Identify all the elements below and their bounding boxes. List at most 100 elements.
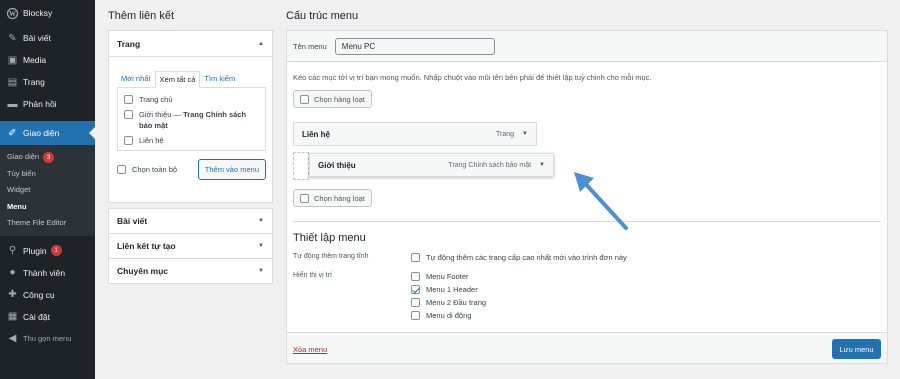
tab-view-all[interactable]: Xem tất cả [154,71,201,88]
bulk-select-button[interactable]: Chọn hàng loạt [293,90,372,108]
auto-add-option[interactable]: Tự động thêm các trang cấp cao nhất mới … [411,252,627,262]
select-all-checkbox[interactable] [117,165,126,174]
menu-settings-title: Thiết lập menu [293,232,366,244]
checkbox-checked[interactable] [411,285,420,294]
list-item-label: Liên hệ [139,136,164,145]
svg-text:W: W [9,10,16,18]
menu-item-title: Giới thiệu [318,160,356,170]
sidebar-item-tools[interactable]: ✚ Công cụ [0,284,95,306]
page-icon: ▤ [7,76,18,88]
save-menu-button[interactable]: Lưu menu [832,339,881,359]
categories-accordion[interactable]: Chuyên mục ▼ [108,258,273,284]
posts-accordion[interactable]: Bài viết ▼ [108,208,273,234]
menu-instructions: Kéo các mục tới vị trí bạn mong muốn. Nh… [293,73,652,82]
location-option-header-1[interactable]: Menu 1 Header [411,284,478,294]
update-count-badge: 1 [50,245,62,256]
plugin-icon: ⚲ [8,245,17,256]
caret-down-icon[interactable]: ▼ [539,162,545,168]
option-label: Menu Footer [426,271,469,281]
caret-down-icon[interactable]: ▼ [522,131,528,137]
accordion-title: Chuyên mục [117,266,169,276]
option-label: Tự động thêm các trang cấp cao nhất mới … [426,252,627,262]
checkbox[interactable] [411,298,420,307]
checkbox[interactable] [124,136,133,145]
list-item[interactable]: Liên hệ [124,135,259,146]
collapse-icon: ◀ [8,333,17,344]
submenu-item-widgets[interactable]: Widget [0,182,95,199]
submenu-item-themes[interactable]: Giao diện 3 [0,149,95,166]
sidebar-item-pages[interactable]: ▤ Trang [0,71,95,93]
pages-panel-header[interactable]: Trang ▲ [109,31,272,56]
media-icon: ▣ [7,54,18,66]
select-all-label: Chọn toàn bộ [132,165,178,174]
checkbox[interactable] [411,311,420,320]
sidebar-item-users[interactable]: ● Thành viên [0,262,95,284]
sidebar-item-comments[interactable]: ▬ Phản hồi [0,93,95,115]
menu-structure-title: Cấu trúc menu [286,10,359,22]
menu-name-row: Tên menu Menu PC [287,31,887,62]
list-item-label: Trang chủ [139,95,173,104]
location-option-header-2[interactable]: Menu 2 Đầu trang [411,297,486,307]
location-label: Hiển thị vị trí [293,272,332,279]
sidebar-item-posts[interactable]: ✎ Bài viết [0,27,95,49]
auto-add-label: Tự động thêm trang tĩnh [293,253,369,260]
sidebar-item-label: Trang [23,77,45,87]
sidebar-item-label: Cài đặt [23,311,50,322]
collapse-menu-button[interactable]: ◀ Thu gọn menu [0,328,95,350]
location-option-footer[interactable]: Menu Footer [411,271,469,281]
option-label: Menu di động [426,310,472,320]
location-option-mobile[interactable]: Menu di động [411,310,471,320]
checkbox[interactable] [411,253,420,262]
tab-most-recent[interactable]: Mới nhất [117,71,155,88]
select-all-row[interactable]: Chọn toàn bộ [117,164,177,175]
add-to-menu-button[interactable]: Thêm vào menu [197,159,266,180]
menu-item[interactable]: Liên hệ Trang ▼ [293,122,537,146]
sidebar-brand[interactable]: W Blocksy [0,0,95,26]
pages-panel-footer: Chọn toàn bộ Thêm vào menu [109,151,272,186]
menu-item-dragging[interactable]: Giới thiệu Trang Chính sách bảo mật ▼ [309,153,554,177]
drop-placeholder [293,152,309,180]
comment-icon: ▬ [7,98,18,110]
tab-search[interactable]: Tìm kiếm [200,71,239,88]
panel-title: Trang [117,38,141,49]
menu-name-input[interactable]: Menu PC [334,37,495,55]
delete-menu-link[interactable]: Xóa menu [293,345,327,354]
sidebar-item-label: Công cụ [23,289,55,300]
caret-down-icon: ▼ [258,218,264,224]
wordpress-icon: W [7,7,18,19]
pin-icon: ✎ [8,32,17,44]
collapse-label: Thu gọn menu [23,334,72,343]
accordion-title: Bài viết [117,216,148,226]
checkbox[interactable] [124,110,133,119]
sidebar-brand-label: Blocksy [23,8,53,18]
pages-tabs: Mới nhất Xem tất cả Tìm kiếm [117,71,272,88]
list-item[interactable]: Giới thiệu — Trang Chính sách bảo mật [124,109,259,131]
submenu-label: Theme File Editor [7,218,67,227]
submenu-label: Giao diện [7,152,40,161]
menu-item-type: Trang Chính sách bảo mật [448,161,532,169]
submenu-item-menus[interactable]: Menu [0,199,95,216]
sidebar-item-appearance[interactable]: ✐ Giao diện [0,121,95,145]
list-item[interactable]: Trang chủ [124,94,259,105]
bulk-select-button-bottom[interactable]: Chọn hàng loạt [293,189,372,207]
checkbox[interactable] [411,272,420,281]
option-label: Menu 1 Header [426,284,478,294]
sidebar-item-media[interactable]: ▣ Media [0,49,95,71]
pages-panel: Trang ▲ Mới nhất Xem tất cả Tìm kiếm Tra… [108,30,273,203]
settings-icon: ▦ [7,311,18,322]
caret-down-icon: ▼ [258,268,264,274]
menu-item-type: Trang [496,130,515,138]
sidebar-item-label: Plugin [23,245,47,256]
sidebar-item-plugins[interactable]: ⚲ Plugin 1 [0,240,95,262]
checkbox[interactable] [124,95,133,104]
submenu-item-theme-editor[interactable]: Theme File Editor [0,215,95,232]
sidebar-item-settings[interactable]: ▦ Cài đặt [0,306,95,328]
pages-checklist: Trang chủ Giới thiệu — Trang Chính sách … [117,87,266,151]
submenu-label: Tùy biến [7,168,36,178]
submenu-item-customize[interactable]: Tùy biến [0,166,95,183]
appearance-submenu: Giao diện 3 Tùy biến Widget Menu Theme F… [0,145,95,236]
sidebar-item-label: Giao diện [23,128,60,138]
custom-links-accordion[interactable]: Liên kết tự tạo ▼ [108,233,273,259]
bulk-select-label: Chọn hàng loạt [314,193,365,203]
checkbox [300,95,309,104]
